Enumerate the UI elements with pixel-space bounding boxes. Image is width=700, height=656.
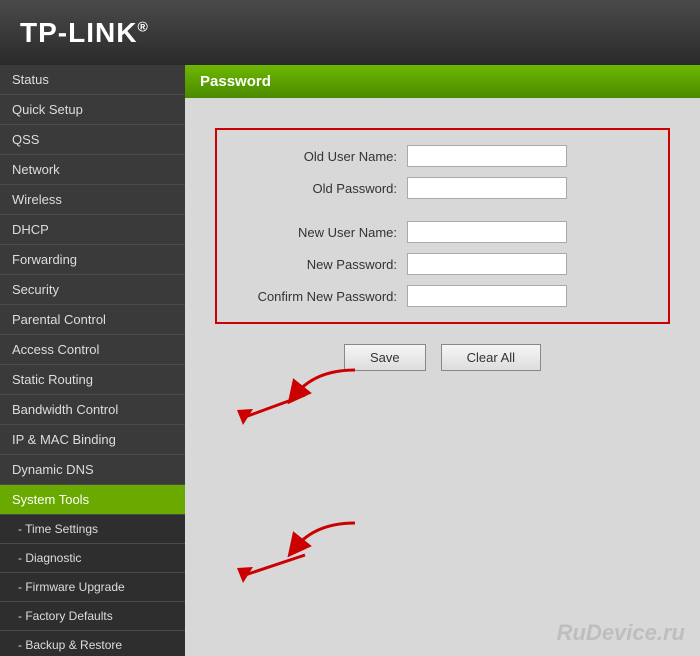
new-password-row: New Password:: [237, 253, 648, 275]
new-password-label: New Password:: [237, 257, 397, 272]
sidebar-item-factory-defaults[interactable]: - Factory Defaults: [0, 602, 185, 631]
confirm-password-input[interactable]: [407, 285, 567, 307]
new-username-input[interactable]: [407, 221, 567, 243]
sidebar-item-system-tools[interactable]: System Tools: [0, 485, 185, 515]
sidebar: Status Quick Setup QSS Network Wireless …: [0, 65, 185, 656]
logo: TP-LINK®: [20, 17, 149, 49]
logo-text: TP-LINK: [20, 17, 137, 48]
watermark: RuDevice.ru: [557, 620, 685, 646]
sidebar-item-forwarding[interactable]: Forwarding: [0, 245, 185, 275]
reg-symbol: ®: [137, 18, 148, 34]
sidebar-item-dhcp[interactable]: DHCP: [0, 215, 185, 245]
arrow-2: [285, 513, 365, 566]
button-row: Save Clear All: [215, 339, 670, 376]
sidebar-item-dynamic-dns[interactable]: Dynamic DNS: [0, 455, 185, 485]
sidebar-item-quick-setup[interactable]: Quick Setup: [0, 95, 185, 125]
sidebar-item-qss[interactable]: QSS: [0, 125, 185, 155]
old-username-input[interactable]: [407, 145, 567, 167]
page-title: Password: [185, 65, 700, 98]
content-area: Password Old User Name: Old Password: Ne…: [185, 65, 700, 656]
sidebar-item-access-control[interactable]: Access Control: [0, 335, 185, 365]
old-credentials-section: Old User Name: Old Password: New User Na…: [215, 128, 670, 324]
sidebar-item-security[interactable]: Security: [0, 275, 185, 305]
sidebar-item-wireless[interactable]: Wireless: [0, 185, 185, 215]
arrow-system-tools: [237, 395, 305, 425]
old-username-label: Old User Name:: [237, 149, 397, 164]
new-username-label: New User Name:: [237, 225, 397, 240]
new-password-input[interactable]: [407, 253, 567, 275]
sidebar-item-time-settings[interactable]: - Time Settings: [0, 515, 185, 544]
arrow-password: [237, 555, 305, 583]
save-button[interactable]: Save: [344, 344, 426, 371]
sidebar-item-firmware-upgrade[interactable]: - Firmware Upgrade: [0, 573, 185, 602]
sidebar-item-backup-restore[interactable]: - Backup & Restore: [0, 631, 185, 656]
new-username-row: New User Name:: [237, 221, 648, 243]
sidebar-item-network[interactable]: Network: [0, 155, 185, 185]
old-username-row: Old User Name:: [237, 145, 648, 167]
sidebar-item-status[interactable]: Status: [0, 65, 185, 95]
old-password-label: Old Password:: [237, 181, 397, 196]
sidebar-item-ip-mac-binding[interactable]: IP & MAC Binding: [0, 425, 185, 455]
confirm-password-row: Confirm New Password:: [237, 285, 648, 307]
form-area: Old User Name: Old Password: New User Na…: [185, 118, 700, 386]
sidebar-item-diagnostic[interactable]: - Diagnostic: [0, 544, 185, 573]
main-container: Status Quick Setup QSS Network Wireless …: [0, 65, 700, 656]
clear-all-button[interactable]: Clear All: [441, 344, 541, 371]
old-password-input[interactable]: [407, 177, 567, 199]
header: TP-LINK®: [0, 0, 700, 65]
sidebar-item-static-routing[interactable]: Static Routing: [0, 365, 185, 395]
sidebar-item-parental-control[interactable]: Parental Control: [0, 305, 185, 335]
old-password-row: Old Password:: [237, 177, 648, 199]
confirm-password-label: Confirm New Password:: [237, 289, 397, 304]
sidebar-item-bandwidth-control[interactable]: Bandwidth Control: [0, 395, 185, 425]
